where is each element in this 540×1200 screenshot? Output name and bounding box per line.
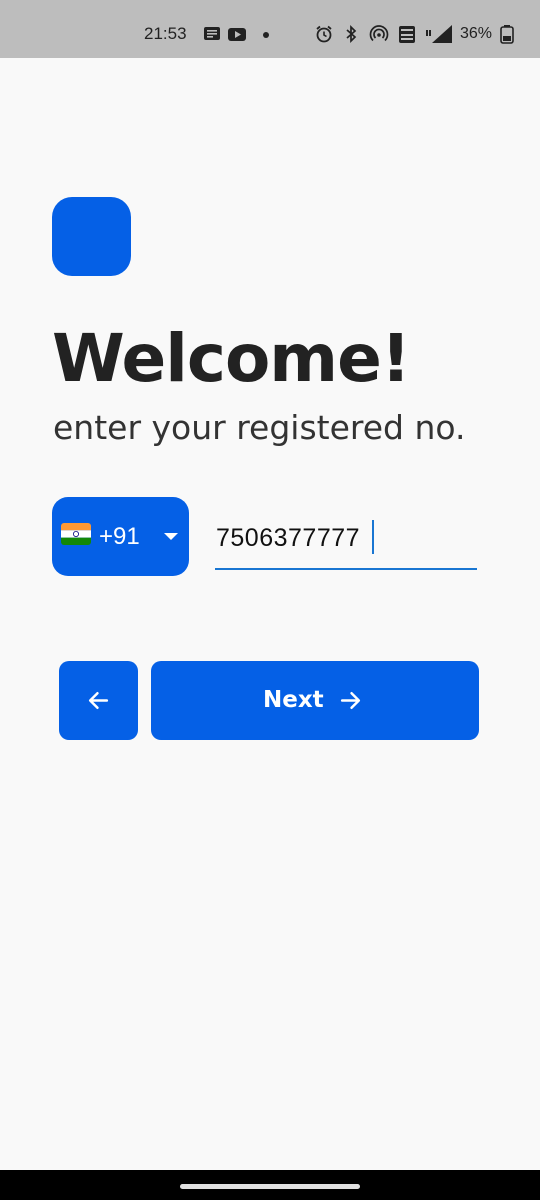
next-button-label: Next <box>263 687 324 713</box>
dot-icon <box>263 32 269 38</box>
arrow-left-icon <box>88 691 109 710</box>
page-title: Welcome! <box>52 320 411 397</box>
hotspot-icon <box>369 25 389 42</box>
india-flag-icon <box>61 523 91 545</box>
arrow-right-icon <box>340 691 361 710</box>
chevron-down-icon <box>164 533 178 540</box>
app-logo <box>52 197 131 276</box>
page-subtitle: enter your registered no. <box>53 408 466 447</box>
home-gesture-handle[interactable] <box>180 1184 360 1189</box>
country-code-label: +91 <box>99 523 140 550</box>
signal-4g-icon <box>426 25 452 43</box>
system-nav-bar <box>0 1170 540 1200</box>
input-underline <box>215 568 477 570</box>
country-code-picker[interactable]: +91 <box>52 497 189 576</box>
youtube-icon <box>228 28 246 41</box>
status-bar: 21:53 36% <box>0 0 540 58</box>
phone-number-field[interactable] <box>215 512 478 570</box>
bluetooth-icon <box>346 24 357 44</box>
text-cursor <box>372 520 374 554</box>
battery-icon <box>500 25 514 44</box>
alarm-icon <box>316 25 332 43</box>
battery-percent: 36% <box>460 25 493 42</box>
next-button[interactable]: Next <box>151 661 479 740</box>
status-time: 21:53 <box>144 24 187 43</box>
volte-icon <box>399 26 415 43</box>
back-button[interactable] <box>59 661 138 740</box>
message-icon <box>204 27 220 40</box>
phone-number-input[interactable] <box>215 512 478 564</box>
